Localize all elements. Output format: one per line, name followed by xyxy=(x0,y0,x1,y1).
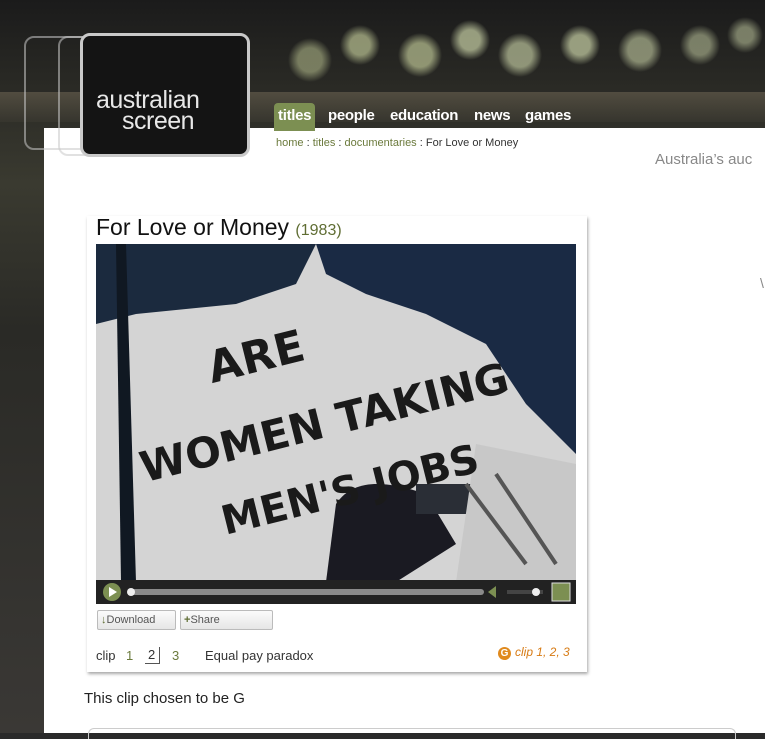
bottom-box xyxy=(88,728,736,739)
fullscreen-button[interactable] xyxy=(551,582,571,602)
breadcrumb-current: For Love or Money xyxy=(425,137,519,149)
progress-handle[interactable] xyxy=(127,588,135,596)
volume-icon[interactable] xyxy=(488,586,496,598)
video-frame[interactable]: ARE WOMEN TAKING MEN'S JOBS xyxy=(96,244,576,582)
clip-link-2-current[interactable]: 2 xyxy=(145,647,161,664)
breadcrumb-separator: : xyxy=(306,137,310,149)
breadcrumb-home[interactable]: home xyxy=(276,137,304,149)
nav-item-education[interactable]: education xyxy=(390,103,458,131)
video-controls xyxy=(96,580,576,604)
clip-range-label: clip 1, 2, 3 xyxy=(515,645,570,659)
download-label: Download xyxy=(106,614,156,626)
volume-handle[interactable] xyxy=(532,588,540,596)
clip-classification[interactable]: Gclip 1, 2, 3 xyxy=(498,645,570,660)
clip-link-3[interactable]: 3 xyxy=(172,648,179,663)
nav-item-news[interactable]: news xyxy=(474,103,511,131)
clip-link-1[interactable]: 1 xyxy=(126,648,133,663)
breadcrumb: home : titles : documentaries : For Love… xyxy=(276,137,518,149)
title-text: For Love or Money xyxy=(96,214,290,240)
download-button[interactable]: ↓Download xyxy=(97,610,176,630)
logo-text-screen: screen xyxy=(122,107,195,135)
breadcrumb-titles[interactable]: titles xyxy=(313,137,336,149)
breadcrumb-separator: : xyxy=(419,137,423,149)
page-title: For Love or Money (1983) xyxy=(96,214,342,241)
breadcrumb-separator: : xyxy=(338,137,342,149)
chosen-clip-text: This clip chosen to be G xyxy=(84,690,245,707)
clip-title: Equal pay paradox xyxy=(205,648,314,663)
title-year: (1983) xyxy=(295,222,342,239)
share-label: Share xyxy=(190,614,220,626)
nav-item-titles[interactable]: titles xyxy=(274,103,316,131)
nav-item-games[interactable]: games xyxy=(525,103,571,131)
share-button[interactable]: +Share xyxy=(180,610,273,630)
stray-character: \ xyxy=(760,275,764,291)
nav-item-people[interactable]: people xyxy=(328,103,375,131)
video-still-image: ARE WOMEN TAKING MEN'S JOBS xyxy=(96,244,576,582)
breadcrumb-documentaries[interactable]: documentaries xyxy=(345,137,417,149)
classification-badge-icon: G xyxy=(498,647,511,660)
site-tagline: Australia’s auc xyxy=(655,151,753,168)
clip-nav-label: clip xyxy=(96,648,116,663)
progress-track[interactable] xyxy=(128,589,484,595)
